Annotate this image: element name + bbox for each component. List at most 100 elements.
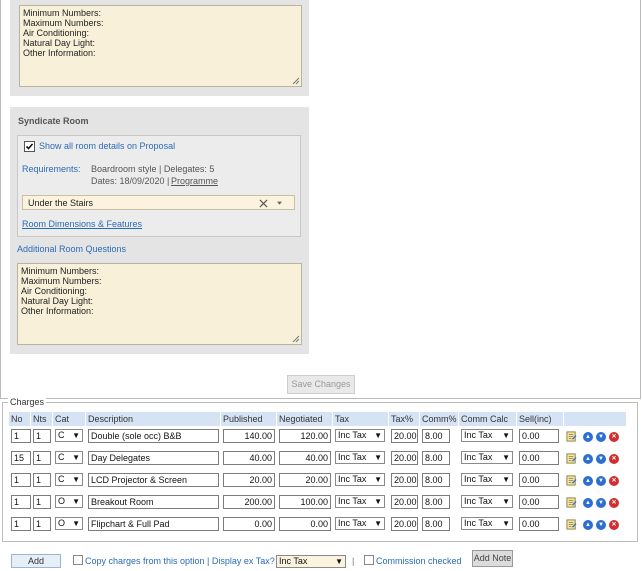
move-down-icon[interactable]: ▼: [596, 476, 606, 486]
chevron-down-icon: ▼: [502, 475, 510, 484]
delete-icon[interactable]: ✕: [609, 476, 619, 486]
commission-checked-checkbox[interactable]: [364, 555, 374, 565]
row-comm-pct-input[interactable]: 8.00: [422, 451, 450, 465]
row-tax-select-value: Inc Tax: [338, 518, 367, 528]
row-description-input[interactable]: LCD Projector & Screen: [88, 473, 219, 487]
row-published-input[interactable]: 140.00: [223, 429, 275, 443]
edit-note-icon[interactable]: [566, 497, 577, 508]
row-comm-calc-select[interactable]: Inc Tax ▼: [461, 517, 513, 530]
chevron-down-icon: ▼: [374, 519, 382, 528]
move-up-icon[interactable]: ▲: [583, 476, 593, 486]
row-comm-calc-select[interactable]: Inc Tax ▼: [461, 451, 513, 464]
clear-icon[interactable]: [259, 199, 268, 208]
row-cat-select[interactable]: O ▼: [55, 517, 83, 530]
row-cat-select[interactable]: C ▼: [55, 473, 83, 486]
row-no-input[interactable]: 1: [11, 495, 31, 509]
edit-note-icon[interactable]: [566, 475, 577, 486]
row-sell-input[interactable]: 0.00: [519, 429, 559, 443]
move-up-icon[interactable]: ▲: [583, 498, 593, 508]
add-button[interactable]: Add: [11, 554, 61, 568]
row-sell-input[interactable]: 0.00: [519, 495, 559, 509]
room-dimensions-link[interactable]: Room Dimensions & Features: [22, 219, 142, 229]
row-tax-pct-input[interactable]: 20.00: [391, 429, 418, 443]
row-negotiated-input[interactable]: 120.00: [279, 429, 331, 443]
delete-icon[interactable]: ✕: [609, 432, 619, 442]
row-negotiated-input[interactable]: 20.00: [279, 473, 331, 487]
row-no-input[interactable]: 1: [11, 473, 31, 487]
delete-icon[interactable]: ✕: [609, 520, 619, 530]
row-sell-input[interactable]: 0.00: [519, 473, 559, 487]
edit-note-icon[interactable]: [566, 431, 577, 442]
row-sell-input[interactable]: 0.00: [519, 517, 559, 531]
move-down-icon[interactable]: ▼: [596, 520, 606, 530]
chevron-down-icon[interactable]: [276, 201, 283, 206]
row-description-input[interactable]: Double (sole occ) B&B: [88, 429, 219, 443]
row-tax-select[interactable]: Inc Tax ▼: [335, 429, 385, 442]
row-nts-input[interactable]: 1: [33, 473, 51, 487]
row-nts-input[interactable]: 1: [33, 429, 51, 443]
move-up-icon[interactable]: ▲: [583, 520, 593, 530]
row-published-input[interactable]: 200.00: [223, 495, 275, 509]
row-negotiated-input[interactable]: 40.00: [279, 451, 331, 465]
save-changes-button[interactable]: Save Changes: [287, 375, 355, 394]
separator: |: [352, 556, 355, 566]
row-tax-pct-input[interactable]: 20.00: [391, 495, 418, 509]
row-tax-pct-input[interactable]: 20.00: [391, 517, 418, 531]
row-description-input[interactable]: Day Delegates: [88, 451, 219, 465]
move-down-icon[interactable]: ▼: [596, 454, 606, 464]
row-negotiated-input[interactable]: 0.00: [279, 517, 331, 531]
move-up-icon[interactable]: ▲: [583, 432, 593, 442]
row-sell-input[interactable]: 0.00: [519, 451, 559, 465]
row-comm-calc-select[interactable]: Inc Tax ▼: [461, 429, 513, 442]
row-comm-calc-select[interactable]: Inc Tax ▼: [461, 473, 513, 486]
edit-note-icon[interactable]: [566, 453, 577, 464]
row-no-input[interactable]: 15: [11, 451, 31, 465]
delete-icon[interactable]: ✕: [609, 454, 619, 464]
row-comm-pct-input[interactable]: 8.00: [422, 429, 450, 443]
row-tax-pct-input[interactable]: 20.00: [391, 451, 418, 465]
copy-charges-checkbox[interactable]: [73, 555, 83, 565]
programme-link[interactable]: Programme: [171, 176, 218, 186]
resize-grip-icon[interactable]: [292, 77, 300, 85]
resize-grip-icon[interactable]: [292, 335, 300, 343]
additional-questions-textarea[interactable]: Minimum Numbers: Maximum Numbers: Air Co…: [17, 263, 302, 345]
row-tax-select[interactable]: Inc Tax ▼: [335, 451, 385, 464]
textarea-line: Minimum Numbers:: [23, 8, 102, 18]
display-ex-tax-select[interactable]: Inc Tax ▼: [276, 555, 346, 568]
header-sell: Sell(inc): [517, 412, 563, 426]
add-note-button[interactable]: Add Note: [472, 550, 513, 567]
row-nts-input[interactable]: 1: [33, 451, 51, 465]
row-cat-select[interactable]: C ▼: [55, 451, 83, 464]
row-tax-select[interactable]: Inc Tax ▼: [335, 517, 385, 530]
previous-room-questions-textarea[interactable]: Minimum Numbers: Maximum Numbers: Air Co…: [19, 5, 302, 87]
row-tax-select[interactable]: Inc Tax ▼: [335, 495, 385, 508]
row-comm-pct-input[interactable]: 8.00: [422, 517, 450, 531]
row-description-input[interactable]: Breakout Room: [88, 495, 219, 509]
move-up-icon[interactable]: ▲: [583, 454, 593, 464]
row-no-input[interactable]: 1: [11, 517, 31, 531]
row-cat-select[interactable]: C ▼: [55, 429, 83, 442]
row-nts-input[interactable]: 1: [33, 517, 51, 531]
move-down-icon[interactable]: ▼: [596, 432, 606, 442]
row-comm-calc-select[interactable]: Inc Tax ▼: [461, 495, 513, 508]
move-down-icon[interactable]: ▼: [596, 498, 606, 508]
show-details-checkbox[interactable]: [24, 141, 35, 152]
row-no-input[interactable]: 1: [11, 429, 31, 443]
row-comm-pct-input[interactable]: 8.00: [422, 473, 450, 487]
textarea-line: Maximum Numbers:: [23, 18, 104, 28]
row-published-input[interactable]: 40.00: [223, 451, 275, 465]
row-published-input[interactable]: 20.00: [223, 473, 275, 487]
row-tax-pct-input[interactable]: 20.00: [391, 473, 418, 487]
room-select[interactable]: Under the Stairs: [22, 195, 295, 210]
row-nts-input[interactable]: 1: [33, 495, 51, 509]
row-cat-select-value: C: [58, 452, 65, 462]
delete-icon[interactable]: ✕: [609, 498, 619, 508]
row-comm-pct-input[interactable]: 8.00: [422, 495, 450, 509]
row-cat-select[interactable]: O ▼: [55, 495, 83, 508]
row-description-input[interactable]: Flipchart & Full Pad: [88, 517, 219, 531]
row-published-input[interactable]: 0.00: [223, 517, 275, 531]
edit-note-icon[interactable]: [566, 519, 577, 530]
show-details-label[interactable]: Show all room details on Proposal: [39, 141, 175, 151]
row-tax-select[interactable]: Inc Tax ▼: [335, 473, 385, 486]
row-negotiated-input[interactable]: 100.00: [279, 495, 331, 509]
